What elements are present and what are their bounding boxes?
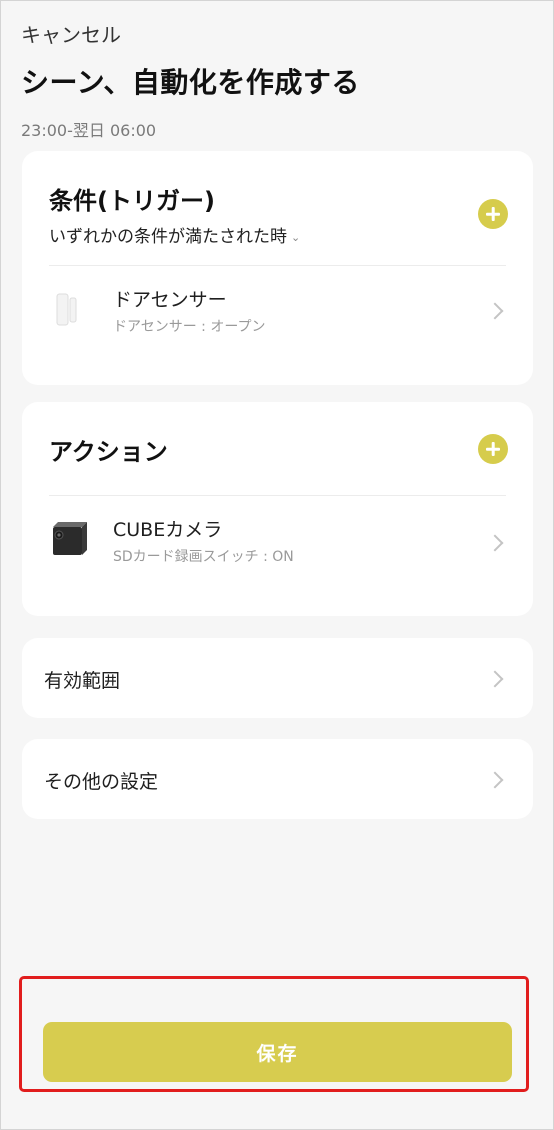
condition-mode-dropdown[interactable]: いずれかの条件が満たされた時 ⌄ [49, 222, 300, 247]
trigger-card: 条件(トリガー) いずれかの条件が満たされた時 ⌄ ドアセンサー ドアセンサー :… [22, 151, 533, 385]
other-settings-label: その他の設定 [44, 771, 159, 793]
save-button[interactable]: 保存 [43, 1022, 512, 1082]
trigger-device-row[interactable]: ドアセンサー ドアセンサー : オープン [22, 266, 533, 356]
action-device-name: CUBEカメラ [113, 519, 223, 541]
action-device-status: SDカード録画スイッチ : ON [113, 549, 294, 565]
chevron-right-icon [486, 771, 504, 789]
scope-label: 有効範囲 [44, 670, 121, 692]
chevron-right-icon [486, 534, 504, 552]
trigger-heading: 条件(トリガー) [49, 187, 215, 215]
chevron-down-icon: ⌄ [291, 230, 301, 244]
screen: キャンセル シーン、自動化を作成する 23:00-翌日 06:00 条件(トリガ… [0, 0, 554, 1130]
action-device-row[interactable]: CUBEカメラ SDカード録画スイッチ : ON [22, 496, 533, 586]
scope-row[interactable]: 有効範囲 [22, 638, 533, 718]
action-card: アクション CUBEカメラ SDカード録画スイッチ : ON [22, 402, 533, 616]
time-range-text: 23:00-翌日 06:00 [21, 121, 157, 140]
add-trigger-button[interactable] [478, 199, 508, 229]
camera-icon [53, 522, 87, 555]
chevron-right-icon [486, 670, 504, 688]
page-title: シーン、自動化を作成する [21, 66, 360, 99]
action-heading: アクション [49, 438, 168, 466]
condition-mode-label: いずれかの条件が満たされた時 [49, 227, 287, 247]
door-sensor-icon [56, 293, 77, 326]
cancel-button[interactable]: キャンセル [21, 19, 121, 48]
other-settings-row[interactable]: その他の設定 [22, 739, 533, 819]
trigger-device-name: ドアセンサー [113, 289, 227, 311]
trigger-device-status: ドアセンサー : オープン [113, 319, 266, 335]
add-action-button[interactable] [478, 434, 508, 464]
chevron-right-icon [486, 302, 504, 320]
